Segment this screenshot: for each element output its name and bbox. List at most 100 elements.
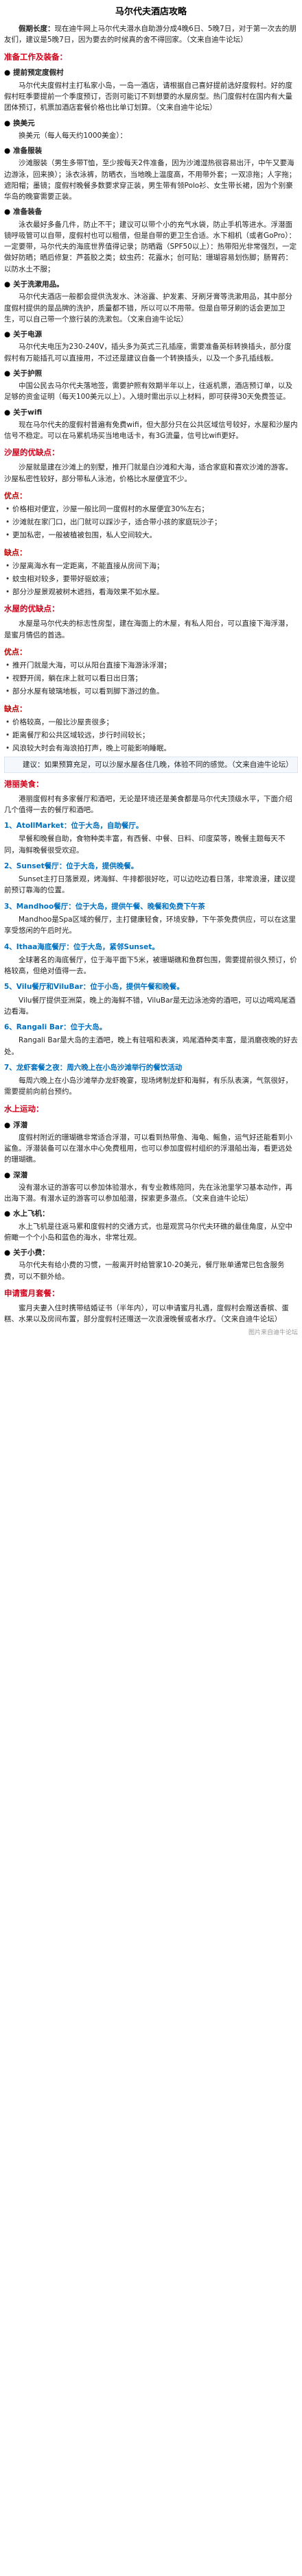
restaurant-desc: 全球著名的海底餐厅，位于海平面下5米，被珊瑚礁和鱼群包围，需要提前很久预订，价格… — [4, 955, 297, 976]
bullet-dot-icon: ● — [4, 1210, 11, 1218]
article: 马尔代夫酒店攻略 假期长度：现在迪牛网上马尔代夫潜水自助游分成4晚6日、5晚7日… — [0, 0, 302, 1345]
honeymoon-heading: 申请蜜月套餐： — [4, 1288, 60, 1298]
list-item: 部分水屋有玻璃地板，可以看到脚下游过的鱼。 — [4, 686, 298, 698]
list-item-text: 距离餐厅和公共区域较远，步行时间较长； — [12, 731, 150, 739]
prep-item-text: 马尔代夫酒店一般都会提供洗发水、沐浴露、护发素、牙刷牙膏等洗漱用品，其中部分度假… — [4, 293, 292, 323]
sand-villa-pros-label: 优点： — [4, 491, 27, 500]
list-item-text: 视野开阔，躺在床上就可以看日出日落； — [12, 674, 142, 683]
prep-item-title-text: 关于护照 — [13, 369, 43, 378]
sand-villa-cons: 沙屋离海水有一定距离，不能直接从房间下海； 蚊虫相对较多，要带好驱蚊液； 部分沙屋景… — [4, 561, 298, 598]
activities-heading: 水上运动： — [4, 1103, 44, 1114]
prep-item-text: 沙滩服装（男生多带T恤，至少按每天2件准备，因为沙滩湿热很容易出汗，中午又要海边… — [4, 159, 297, 201]
list-item: 更加私密，一般被植被包围，私人空间较大。 — [4, 530, 298, 541]
bullet-dot-icon: ● — [4, 1120, 11, 1129]
sand-villa-heading: 沙屋的优缺点： — [4, 447, 60, 458]
prep-item-title-text: 关于洗漱用品。 — [13, 280, 64, 289]
water-villa-cons-label: 缺点： — [4, 704, 27, 713]
activity-title-text: 水上飞机： — [13, 1210, 49, 1218]
bullet-dot-icon: ● — [4, 1249, 11, 1258]
water-villa-cons: 价格较高，一般比沙屋贵很多； 距离餐厅和公共区域较远，步行时间较长； 风浪较大时会有… — [4, 717, 298, 755]
prep-item-title: ● 关于护照 — [4, 368, 298, 379]
sand-villa-intro: 沙屋就是建在沙滩上的别墅，推开门就是白沙滩和大海，适合家庭和喜欢沙滩的游客。沙屋… — [4, 463, 292, 483]
list-item-text: 风浪较大时会有海浪拍打声，晚上可能影响睡眠。 — [12, 744, 171, 753]
list-item-text: 价格较高，一般比沙屋贵很多； — [12, 717, 113, 726]
bullet-dot-icon: ● — [4, 208, 11, 217]
activities-list: ● 浮潜 度假村附近的珊瑚礁非常适合浮潜，可以看到热带鱼、海龟、鳐鱼，运气好还能看到… — [4, 1120, 298, 1282]
restaurant-name: 7、龙虾套餐之夜：周六晚上在小岛沙滩举行的餐饮活动 — [4, 1063, 183, 1072]
sand-villa-pros: 价格相对便宜，沙屋一般比同一度假村的水屋便宜30%左右； 沙滩就在家门口，出门就可… — [4, 504, 298, 541]
prep-item-title-text: 关于电源 — [13, 330, 43, 339]
list-item: 价格相对便宜，沙屋一般比同一度假村的水屋便宜30%左右； — [4, 504, 298, 515]
prep-item-title: ● 关于洗漱用品。 — [4, 279, 298, 290]
restaurant-desc: 每周六晚上在小岛沙滩举办龙虾晚宴，现场烤制龙虾和海鲜，有乐队表演，气氛很好，需要… — [4, 1077, 292, 1096]
bullet-dot-icon: ● — [4, 330, 11, 339]
bullet-dot-icon: ● — [4, 408, 11, 417]
prep-item-text: 换美元（每人每天约1000美金）： — [19, 131, 127, 140]
prep-item-text: 泳衣最好多备几件，防止不干；建议可以带个小的充气水袋，防止手机等进水。浮潜面镜呼… — [4, 220, 297, 273]
bullet-dot-icon: ● — [4, 119, 11, 127]
water-villa-intro: 水屋是马尔代夫的标志性房型，建在海面上的木屋，有私人阳台，可以直接下海浮潜，是蜜… — [4, 620, 292, 639]
prep-item-title-text: 准备服装 — [13, 147, 43, 156]
prep-item-title-text: 关于wifi — [13, 408, 43, 417]
prep-item-title-text: 准备装备 — [13, 208, 43, 217]
restaurant-desc: Rangali Bar是大岛的主酒吧，晚上有驻唱和表演，鸡尾酒种类丰富，是消磨夜… — [4, 1036, 298, 1056]
activity-title: ● 水上飞机： — [4, 1208, 298, 1219]
bullet-dot-icon: ● — [4, 147, 11, 156]
intro-paragraph: 假期长度：现在迪牛网上马尔代夫潜水自助游分成4晚6日、5晚7日，对于第一次去的朋… — [4, 23, 298, 46]
prep-item-text: 中国公民去马尔代夫落地签，需要护照有效期半年以上，往返机票，酒店预订单，以及足够… — [4, 382, 292, 402]
list-item: 蚊虫相对较多，要带好驱蚊液； — [4, 574, 298, 585]
food-heading: 港丽美食： — [4, 778, 44, 789]
prep-item-title: ● 准备装备 — [4, 206, 298, 217]
list-item: 视野开阔，躺在床上就可以看日出日落； — [4, 673, 298, 685]
bullet-dot-icon: ● — [4, 1170, 11, 1179]
list-item-text: 沙屋离海水有一定距离，不能直接从房间下海； — [12, 561, 164, 570]
water-villa-heading: 水屋的优缺点： — [4, 604, 60, 614]
honeymoon-text: 蜜月夫妻入住时携带结婚证书（半年内），可以申请蜜月礼遇，度假村会赠送香槟、蛋糕、… — [4, 1303, 289, 1324]
prep-item-text: 现在马尔代夫的度假村普遍有免费wifi，但大部分只在公共区域信号较好，水屋和沙屋… — [4, 420, 298, 441]
activity-title: ● 浮潜 — [4, 1120, 298, 1131]
restaurant-name: 4、Ithaa海底餐厅：位于大岛，紧邻Sunset。 — [4, 942, 159, 951]
water-villa-pros-label: 优点： — [4, 647, 27, 657]
list-item: 风浪较大时会有海浪拍打声，晚上可能影响睡眠。 — [4, 743, 298, 755]
restaurant-desc: 早餐和晚餐自助，食物种类丰富，有西餐、中餐、日料、印度菜等，晚餐主题每天不同，海… — [4, 835, 286, 855]
food-list: 1、AtollMarket：位于大岛，自助餐厅。早餐和晚餐自助，食物种类丰富，有… — [4, 820, 298, 1098]
list-item-text: 蚊虫相对较多，要带好驱蚊液； — [12, 574, 113, 583]
footer-watermark: 图片来自迪牛论坛 — [248, 1329, 298, 1337]
activity-desc: 度假村附近的珊瑚礁非常适合浮潜，可以看到热带鱼、海龟、鳐鱼，运气好还能看到小鲨鱼… — [4, 1133, 292, 1164]
activity-title-text: 深潜 — [13, 1170, 28, 1179]
water-villa-tip: 建议：如果预算充足，可以沙屋水屋各住几晚，体验不同的感觉。（文来自迪牛论坛） — [4, 756, 298, 773]
restaurant-desc: Mandhoo是Spa区域的餐厅，主打健康轻食，环境安静，下午茶免费供应，可以在… — [4, 915, 297, 935]
activity-title: ● 关于小费： — [4, 1247, 298, 1258]
restaurant-name: 5、Vilu餐厅和ViluBar：位于小岛，提供午餐和晚餐。 — [4, 983, 184, 992]
prep-heading: 准备工作及装备： — [4, 51, 67, 62]
prep-item-title: ● 提前预定度假村 — [4, 67, 298, 78]
prep-item-title: ● 关于电源 — [4, 329, 298, 340]
list-item-text: 沙滩就在家门口，出门就可以踩沙子，适合带小孩的家庭玩沙子； — [12, 518, 222, 527]
activity-desc: 没有潜水证的游客可以参加体验潜水，有专业教练陪同，先在泳池里学习基本动作，再出海… — [4, 1183, 292, 1203]
list-item-text: 更加私密，一般被植被包围，私人空间较大。 — [12, 531, 156, 540]
restaurant-name: 6、Rangali Bar：位于大岛。 — [4, 1023, 107, 1032]
prep-item-title: ● 准备服装 — [4, 145, 298, 156]
bullet-dot-icon: ● — [4, 280, 11, 289]
list-item-text: 部分水屋有玻璃地板，可以看到脚下游过的鱼。 — [12, 687, 164, 696]
bullet-dot-icon: ● — [4, 369, 11, 378]
food-intro: 港丽度假村有多家餐厅和酒吧，无论是环境还是美食都是马尔代夫顶级水平，下面介绍几个… — [4, 794, 292, 814]
list-item: 推开门就是大海，可以从阳台直接下海游泳浮潜； — [4, 660, 298, 672]
activity-title-text: 关于小费： — [13, 1249, 49, 1258]
restaurant-name: 3、Mandhoo餐厅：位于大岛，提供午餐、晚餐和免费下午茶 — [4, 902, 205, 911]
activity-title-text: 浮潜 — [13, 1120, 28, 1129]
prep-item-title-text: 提前预定度假村 — [13, 69, 64, 77]
bullet-dot-icon: ● — [4, 69, 11, 77]
prep-item-text: 马尔代夫度假村主打私家小岛，一岛一酒店，请根据自己喜好提前选好度假村。好的度假村… — [4, 81, 292, 112]
prep-item-title-text: 换美元 — [13, 119, 35, 127]
intro-lead: 假期长度： — [19, 25, 55, 34]
prep-item-title: ● 换美元 — [4, 118, 298, 129]
activity-desc: 马尔代夫有给小费的习惯，一般离开时给管家10-20美元，餐厅账单通常已包含服务费… — [4, 1261, 285, 1281]
list-item: 价格较高，一般比沙屋贵很多； — [4, 717, 298, 728]
restaurant-name: 1、AtollMarket：位于大岛，自助餐厅。 — [4, 822, 143, 831]
restaurant-name: 2、Sunset餐厅：位于大岛，提供晚餐。 — [4, 861, 139, 870]
water-villa-pros: 推开门就是大海，可以从阳台直接下海游泳浮潜； 视野开阔，躺在床上就可以看日出日落；… — [4, 660, 298, 698]
list-item: 距离餐厅和公共区域较远，步行时间较长； — [4, 730, 298, 741]
page-title: 马尔代夫酒店攻略 — [115, 7, 187, 17]
list-item-text: 部分沙屋景观被树木遮挡，看海效果不如水屋。 — [12, 588, 164, 597]
